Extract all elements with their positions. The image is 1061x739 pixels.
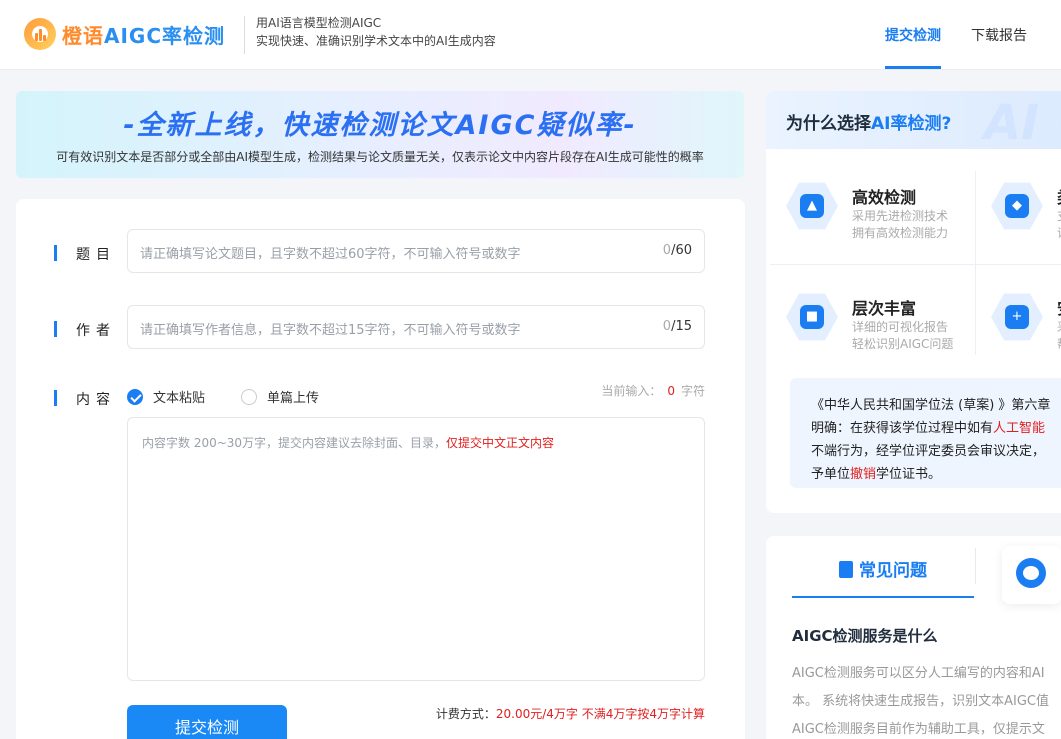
law-line1: 《中华人民共和国学位法 (草案) 》第六章 (811, 398, 1051, 413)
current-input-value: 0 (667, 384, 675, 398)
title-placeholder: 请正确填写论文题目，且字数不超过60字符，不可输入符号或数字 (140, 247, 521, 262)
why-title-prefix: 为什么选择 (786, 114, 871, 134)
logo-text-en: AIGC率检测 (104, 23, 226, 48)
slogan-line2: 实现快速、准确识别学术文本中的AI生成内容 (256, 34, 496, 48)
unchecked-radio-icon (241, 388, 258, 405)
headset-icon (1016, 558, 1046, 588)
author-count-current: 0 (662, 319, 672, 334)
law-line4: 予单位撤销学位证书。 (811, 467, 942, 482)
faq-tab-underline (792, 596, 974, 598)
current-input-unit: 字符 (680, 384, 705, 398)
feature-title: 类 (1057, 184, 1061, 208)
banner-title: -全新上线，快速检测论文AIGC疑似率- (123, 110, 637, 141)
cubes-icon: ◆ (991, 180, 1043, 232)
faq-question: AIGC检测服务是什么 (792, 627, 938, 645)
mode-text-paste-label: 文本粘贴 (153, 391, 206, 406)
content-placeholder-red: 仅提交中文正文内容 (446, 436, 555, 450)
current-input-label: 当前输入： (601, 384, 662, 398)
feature-divider-horizontal (770, 264, 1061, 265)
checked-radio-icon (127, 388, 143, 405)
author-input[interactable]: 请正确填写作者信息，且字数不超过15字符，不可输入符号或数字 0/15 (127, 305, 705, 349)
header-divider (244, 16, 245, 54)
logo-text: 橙语AIGC率检测 (62, 20, 225, 49)
author-label: 作者 (54, 320, 116, 340)
nav-active-underline (885, 66, 941, 69)
title-count-current: 0 (662, 243, 672, 258)
tab-faq-label: 常见问题 (859, 561, 927, 581)
content-placeholder: 内容字数 200~30万字，提交内容建议去除封面、目录，仅提交中文正文内容 (142, 434, 554, 451)
customer-service-button[interactable] (1002, 546, 1061, 604)
submit-check-button[interactable]: 提交检测 (127, 705, 287, 739)
nav-download-report[interactable]: 下载报告 (971, 25, 1027, 45)
feature-secure: + 安 采帮 (991, 291, 1061, 351)
nav-submit-check[interactable]: 提交检测 (885, 25, 941, 45)
input-mode-group: 文本粘贴 单篇上传 (127, 387, 355, 406)
slogan: 用AI语言模型检测AIGC 实现快速、准确识别学术文本中的AI生成内容 (256, 14, 496, 50)
shield-icon: + (991, 291, 1043, 343)
why-title: 为什么选择AI率检测? (786, 109, 951, 134)
why-title-highlight: AI率检测? (871, 114, 952, 134)
layers-icon: ■ (786, 291, 838, 343)
fee-value: 20.00元/4万字 不满4万字按4万字计算 (495, 707, 705, 721)
author-placeholder: 请正确填写作者信息，且字数不超过15字符，不可输入符号或数字 (140, 323, 521, 338)
title-input[interactable]: 请正确填写论文题目，且字数不超过60字符，不可输入符号或数字 0/60 (127, 229, 705, 273)
author-count-max: /15 (671, 319, 692, 334)
feature-divider-vertical (975, 171, 976, 355)
feature-desc: 采帮 (1057, 319, 1061, 353)
feature-title: 高效检测 (852, 188, 917, 207)
banner-subtitle: 可有效识别文本是否部分或全部由AI模型生成，检测结果与论文质量无关，仅表示论文中… (56, 150, 704, 164)
feature-desc: 详细的可视化报告 轻松识别AIGC问题 (852, 320, 954, 351)
tab-faq[interactable]: 常见问题 (792, 556, 974, 598)
logo-text-cn: 橙语 (62, 23, 104, 48)
fee-label: 计费方式： (435, 707, 496, 721)
mode-single-upload[interactable]: 单篇上传 (241, 387, 319, 406)
mode-text-paste[interactable]: 文本粘贴 (127, 387, 205, 406)
mode-single-upload-label: 单篇上传 (267, 391, 320, 406)
faq-answer: AIGC检测服务可以区分人工编写的内容和AI 本。 系统将快速生成报告，识别文本… (792, 666, 1050, 737)
fee-info: 计费方式：20.00元/4万字 不满4万字按4万字计算 (436, 705, 705, 722)
submit-form: 题目 请正确填写论文题目，且字数不超过60字符，不可输入符号或数字 0/60 作… (16, 199, 745, 739)
promo-banner: -全新上线，快速检测论文AIGC疑似率- 可有效识别文本是否部分或全部由AI模型… (16, 91, 744, 178)
law-line3: 不端行为，经学位评定委员会审议决定， (811, 444, 1046, 459)
title-label: 题目 (54, 244, 116, 264)
feature-layered: ■ 层次丰富 详细的可视化报告 轻松识别AIGC问题 (786, 291, 953, 351)
content-textarea[interactable]: 内容字数 200~30万字，提交内容建议去除封面、目录，仅提交中文正文内容 (127, 417, 705, 681)
feature-types: ◆ 类 支识 (991, 180, 1061, 240)
feature-title: 安 (1057, 295, 1061, 319)
feature-title: 层次丰富 (852, 299, 917, 318)
feature-desc: 采用先进检测技术 拥有高效检测能力 (852, 209, 949, 240)
rocket-icon: ▲ (786, 180, 838, 232)
current-input-counter: 当前输入： 0 字符 (601, 382, 705, 399)
logo-chart-icon (24, 18, 56, 50)
author-char-count: 0/15 (663, 319, 692, 334)
law-notice: 《中华人民共和国学位法 (草案) 》第六章 明确：在获得该学位过程中如有人工智能… (790, 378, 1061, 488)
why-choose-card: AI 为什么选择AI率检测? ▲ 高效检测 采用先进检测技术 拥有高效检测能力 ◆… (766, 91, 1061, 513)
why-header: AI 为什么选择AI率检测? (766, 91, 1061, 151)
feature-efficient: ▲ 高效检测 采用先进检测技术 拥有高效检测能力 (786, 180, 948, 240)
title-count-max: /60 (671, 243, 692, 258)
law-line2: 明确：在获得该学位过程中如有人工智能 (811, 421, 1046, 436)
content-placeholder-text: 内容字数 200~30万字，提交内容建议去除封面、目录， (142, 436, 447, 450)
faq-tab-separator (975, 548, 976, 584)
top-header: 橙语AIGC率检测 用AI语言模型检测AIGC 实现快速、准确识别学术文本中的A… (0, 0, 1061, 70)
why-watermark: AI (984, 95, 1040, 151)
book-icon (839, 561, 853, 578)
slogan-line1: 用AI语言模型检测AIGC (256, 16, 382, 30)
content-label: 内容 (54, 389, 116, 409)
logo[interactable]: 橙语AIGC率检测 (24, 18, 225, 50)
feature-desc: 支识 (1057, 208, 1061, 242)
title-char-count: 0/60 (663, 243, 692, 258)
